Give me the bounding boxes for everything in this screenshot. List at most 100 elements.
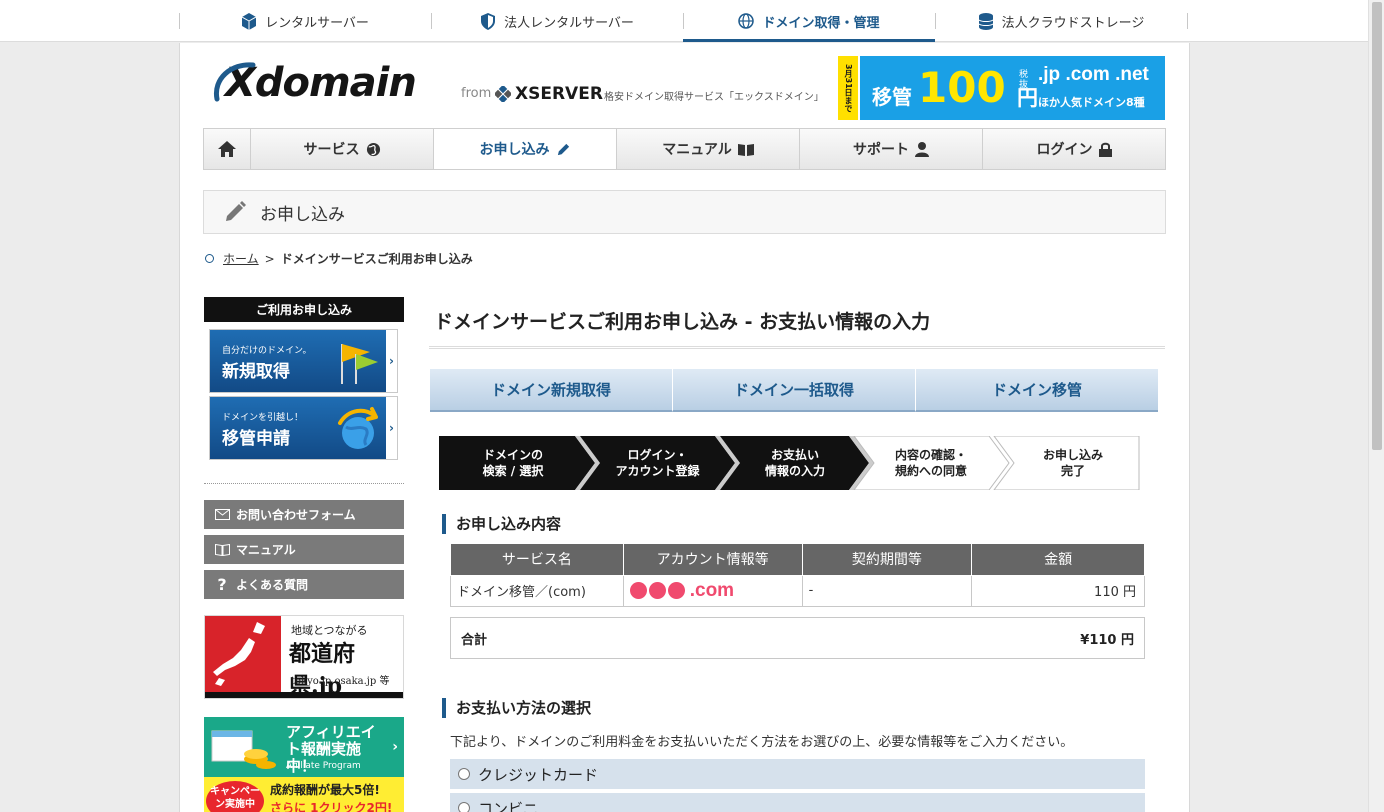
banner-yen: 円: [1017, 86, 1038, 110]
card-small-text: ドメインを引越し！: [222, 413, 304, 423]
nav-label: お申し込み: [479, 142, 550, 158]
section-bar: [442, 513, 446, 534]
sidebar-divider: [204, 483, 404, 484]
page-scrollbar[interactable]: [1368, 0, 1384, 812]
banner-other: ほか人気ドメイン8種: [1038, 96, 1145, 109]
payment-option-label: コンビニ: [478, 799, 539, 812]
step-line1: ドメインの: [482, 448, 543, 462]
page-title-box: お申し込み: [203, 190, 1166, 234]
xserver-text: XSERVER: [515, 84, 603, 104]
tab-cloud-storage[interactable]: 法人クラウドストレージ: [935, 0, 1187, 42]
step-complete: お申し込み 完了: [1011, 436, 1135, 490]
user-icon: [915, 141, 929, 157]
breadcrumb: ホーム > ドメインサービスご利用お申し込み: [205, 250, 473, 267]
globe-arrow-icon: [338, 407, 378, 449]
campaign-badge: キャンペーン実施中: [206, 781, 264, 812]
shield-icon: [480, 12, 496, 30]
breadcrumb-current: ドメインサービスご利用お申し込み: [280, 252, 473, 266]
step-line2: アカウント登録: [615, 464, 700, 478]
chevron-right-icon: ›: [389, 421, 394, 435]
pencil-icon: [556, 142, 571, 157]
col-service: サービス名: [450, 544, 624, 576]
nav-service[interactable]: サービス: [251, 129, 434, 169]
chevron-right-icon: ›: [392, 739, 398, 755]
tab-rental-server[interactable]: レンタルサーバー: [179, 0, 431, 42]
domain-subtabs: ドメイン新規取得 ドメイン一括取得 ドメイン移管: [430, 369, 1158, 412]
col-price: 金額: [971, 544, 1145, 576]
step-line1: お申し込み: [1042, 448, 1103, 462]
aff-line1: 成約報酬が最大5倍!: [270, 783, 380, 797]
radio-button[interactable]: [458, 768, 470, 780]
subtab-transfer[interactable]: ドメイン移管: [916, 369, 1158, 412]
pref-line3: tokyo.jp osaka.jp 等: [291, 676, 390, 687]
sidebar-heading: ご利用お申し込み: [204, 297, 404, 322]
book-icon: [214, 543, 230, 556]
xdomain-logo[interactable]: Xdomain: [213, 59, 417, 107]
from-label: from: [461, 86, 492, 101]
mail-icon: [214, 509, 230, 520]
question-icon: ?: [217, 575, 227, 594]
step-line2: 検索 / 選択: [482, 464, 544, 478]
step-line1: ログイン・: [627, 448, 688, 462]
cell-price: 110 円: [971, 574, 1145, 607]
payment-option-credit-card[interactable]: クレジットカード: [450, 759, 1145, 789]
subtab-bulk-registration[interactable]: ドメイン一括取得: [673, 369, 916, 412]
home-icon: [218, 141, 236, 157]
affiliate-banner[interactable]: アフィリエイト報酬実施中！ Afiiliate Program › キャンペーン…: [204, 717, 404, 812]
nav-apply[interactable]: お申し込み: [434, 129, 617, 169]
manual-button[interactable]: マニュアル: [204, 535, 404, 564]
xserver-brand[interactable]: XSERVER: [493, 84, 603, 104]
step-confirm: 内容の確認・ 規約への同意: [869, 436, 993, 490]
tab-domain[interactable]: ドメイン取得・管理: [683, 0, 935, 42]
sidebar-transfer-card[interactable]: ドメインを引越し！ 移管申請 ›: [209, 396, 398, 460]
xserver-diamond-icon: [493, 84, 513, 104]
nav-label: ログイン: [1036, 142, 1093, 158]
card-body: ドメインを引越し！ 移管申請: [210, 397, 386, 459]
section-title: お申し込み内容: [456, 515, 562, 533]
step-line2: 完了: [1060, 464, 1085, 478]
prefecture-jp-banner[interactable]: 地域とつながる 都道府県.jp tokyo.jp osaka.jp 等: [204, 615, 404, 699]
chevron-right-icon: ›: [389, 354, 394, 368]
main-nav: サービス お申し込み マニュアル サポート ログイン: [203, 128, 1166, 170]
cell-account: .com: [622, 574, 803, 607]
breadcrumb-home-link[interactable]: ホーム: [223, 250, 259, 267]
aff-subtitle: Afiiliate Program: [286, 761, 361, 771]
banner-date: 3月31日まで: [838, 56, 858, 120]
nav-label: サービス: [303, 142, 360, 158]
home-button[interactable]: [204, 129, 251, 169]
table-header-row: サービス名 アカウント情報等 契約期間等 金額: [450, 544, 1145, 576]
faq-button[interactable]: ? よくある質問: [204, 570, 404, 599]
sidebar-new-registration-card[interactable]: 自分だけのドメイン。 新規取得 ›: [209, 329, 398, 393]
payment-section-heading: お支払い方法の選択: [442, 697, 591, 718]
tab-corporate-server[interactable]: 法人レンタルサーバー: [431, 0, 683, 42]
content-heading: ドメインサービスご利用お申し込み - お支払い情報の入力: [434, 311, 931, 333]
redaction-dot: [667, 582, 685, 599]
step-search: ドメインの検索 / 選択: [449, 436, 577, 490]
nav-manual[interactable]: マニュアル: [617, 129, 800, 169]
step-login: ログイン・アカウント登録: [595, 436, 720, 490]
divider: [1187, 13, 1188, 29]
nav-support[interactable]: サポート: [800, 129, 983, 169]
tab-label: ドメイン取得・管理: [762, 15, 880, 31]
logo-swoosh-icon: [213, 62, 256, 102]
redaction-dot: [629, 582, 647, 599]
page-title: お申し込み: [260, 204, 345, 225]
nav-label: サポート: [853, 142, 909, 158]
coins-icon: [211, 730, 276, 769]
step-line1: 内容の確認・: [894, 448, 967, 462]
banner-tlds: .jp .com .net: [1038, 64, 1149, 85]
cell-period: -: [801, 574, 973, 607]
transfer-campaign-banner[interactable]: 3月31日まで 移管 100 税抜 円 .jp .com .net ほか人気ドメ…: [838, 56, 1165, 120]
scrollbar-thumb[interactable]: [1372, 2, 1382, 450]
step-line2: 規約への同意: [894, 464, 967, 478]
redacted-domain: .com: [629, 580, 796, 602]
radio-button[interactable]: [458, 802, 470, 812]
subtab-new-registration[interactable]: ドメイン新規取得: [430, 369, 673, 412]
contact-form-button[interactable]: お問い合わせフォーム: [204, 500, 404, 529]
globe-icon: [366, 142, 381, 157]
nav-login[interactable]: ログイン: [983, 129, 1165, 169]
payment-option-convenience-store[interactable]: コンビニ: [450, 793, 1145, 812]
banner-price: 100: [918, 63, 1006, 112]
order-section-heading: お申し込み内容: [442, 513, 561, 534]
section-title: お支払い方法の選択: [456, 699, 592, 717]
